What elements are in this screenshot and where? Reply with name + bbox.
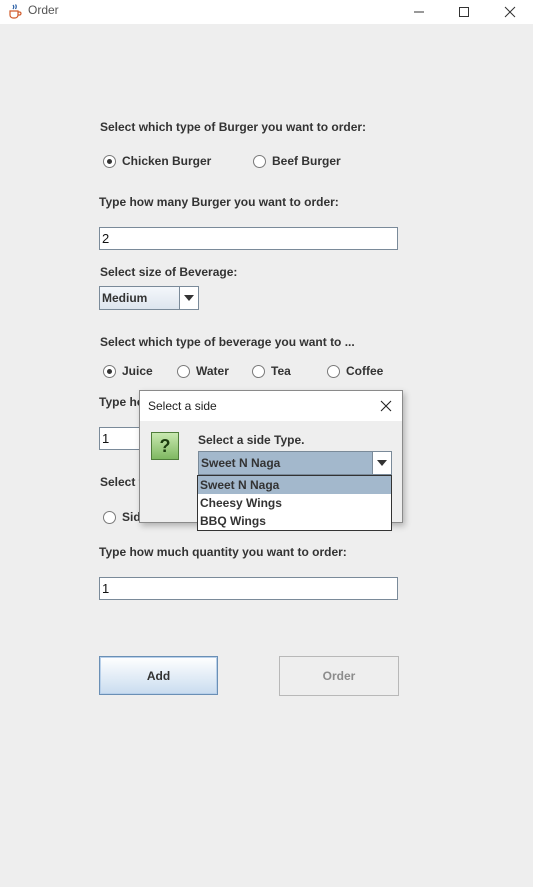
- add-button[interactable]: Add: [99, 656, 218, 695]
- java-cup-icon: [7, 3, 23, 19]
- beverage-size-value: Medium: [102, 291, 148, 305]
- close-button[interactable]: [487, 0, 532, 24]
- radio-side[interactable]: Sid: [103, 510, 141, 524]
- side-qty-input[interactable]: 1: [99, 577, 398, 600]
- dialog-close-button[interactable]: [376, 396, 396, 416]
- radio-label: Tea: [271, 364, 291, 378]
- radio-unchecked-icon: [103, 510, 116, 524]
- radio-label: Juice: [122, 364, 153, 378]
- close-icon: [504, 6, 515, 18]
- radio-unchecked-icon: [177, 364, 190, 378]
- dialog-message: Select a side Type.: [198, 433, 305, 447]
- radio-label: Chicken Burger: [122, 154, 212, 168]
- radio-unchecked-icon: [253, 154, 266, 168]
- maximize-button[interactable]: [441, 0, 486, 24]
- beverage-type-label: Select which type of beverage you want t…: [100, 335, 355, 349]
- radio-tea[interactable]: Tea: [252, 364, 291, 378]
- radio-label: Beef Burger: [272, 154, 341, 168]
- window-title: Order: [28, 3, 59, 17]
- question-icon: ?: [151, 432, 179, 460]
- radio-label: Coffee: [346, 364, 384, 378]
- burger-type-label: Select which type of Burger you want to …: [100, 120, 367, 134]
- radio-beef-burger[interactable]: Beef Burger: [253, 154, 341, 168]
- maximize-icon: [458, 7, 469, 17]
- radio-coffee[interactable]: Coffee: [327, 364, 383, 378]
- radio-water[interactable]: Water: [177, 364, 229, 378]
- side-type-select[interactable]: Sweet N Naga: [198, 451, 392, 475]
- beverage-size-select[interactable]: Medium: [99, 286, 199, 310]
- chevron-down-icon: [179, 287, 198, 309]
- side-type-label: Select t: [100, 475, 143, 489]
- radio-checked-icon: [103, 154, 116, 168]
- title-bar: Order: [0, 0, 533, 24]
- radio-checked-icon: [103, 364, 116, 378]
- side-type-dropdown-list: Sweet N Naga Cheesy Wings BBQ Wings: [197, 475, 392, 531]
- close-icon: [380, 400, 392, 412]
- radio-unchecked-icon: [327, 364, 340, 378]
- order-button[interactable]: Order: [279, 656, 399, 696]
- beverage-qty-label: Type ho: [99, 395, 145, 409]
- dropdown-option-sweet-n-naga[interactable]: Sweet N Naga: [198, 476, 391, 494]
- radio-label: Sid: [122, 510, 141, 524]
- side-qty-label: Type how much quantity you want to order…: [99, 545, 347, 559]
- side-type-value: Sweet N Naga: [201, 456, 281, 470]
- dialog-title: Select a side: [148, 399, 217, 413]
- radio-chicken-burger[interactable]: Chicken Burger: [103, 154, 211, 168]
- burger-qty-input[interactable]: 2: [99, 227, 398, 250]
- radio-juice[interactable]: Juice: [103, 364, 153, 378]
- beverage-size-label: Select size of Beverage:: [100, 265, 238, 279]
- radio-label: Water: [196, 364, 229, 378]
- radio-unchecked-icon: [252, 364, 265, 378]
- burger-qty-label: Type how many Burger you want to order:: [99, 195, 339, 209]
- chevron-down-icon: [372, 452, 391, 474]
- minimize-button[interactable]: [396, 0, 441, 24]
- dropdown-option-bbq-wings[interactable]: BBQ Wings: [198, 512, 391, 530]
- dropdown-option-cheesy-wings[interactable]: Cheesy Wings: [198, 494, 391, 512]
- dialog-title-bar: Select a side: [140, 391, 402, 421]
- minimize-icon: [413, 11, 424, 13]
